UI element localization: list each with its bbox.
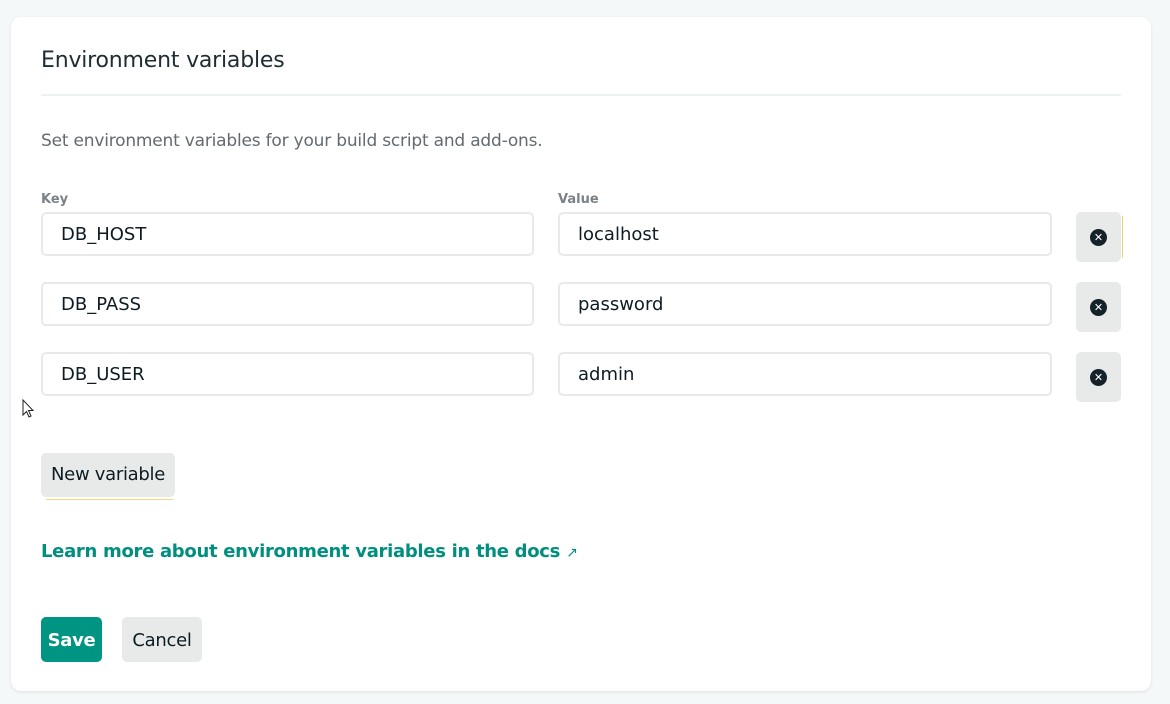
environment-variables-card: Environment variables Set environment va… — [11, 17, 1151, 691]
new-variable-focus-underline — [46, 499, 173, 500]
delete-variable-button-db-pass[interactable]: ✕ — [1076, 282, 1121, 332]
close-circle-icon: ✕ — [1090, 298, 1107, 316]
close-circle-icon: ✕ — [1090, 368, 1107, 386]
delete-variable-button-db-user[interactable]: ✕ — [1076, 352, 1121, 402]
title-divider — [41, 94, 1121, 96]
focus-indicator — [1122, 216, 1123, 258]
section-description: Set environment variables for your build… — [41, 131, 543, 151]
value-column-label: Value — [558, 192, 599, 207]
key-column-label: Key — [41, 192, 69, 207]
key-input-db-pass[interactable] — [41, 282, 534, 326]
section-title: Environment variables — [41, 48, 285, 73]
external-link-icon: ↗ — [566, 545, 578, 561]
cancel-button[interactable]: Cancel — [122, 617, 202, 662]
docs-link-label: Learn more about environment variables i… — [41, 541, 561, 562]
close-circle-icon: ✕ — [1090, 228, 1107, 246]
docs-link[interactable]: Learn more about environment variables i… — [41, 541, 578, 562]
value-input-db-user[interactable] — [558, 352, 1052, 396]
value-input-db-pass[interactable] — [558, 282, 1052, 326]
save-button[interactable]: Save — [41, 617, 102, 662]
mouse-cursor-icon — [22, 399, 35, 418]
key-input-db-user[interactable] — [41, 352, 534, 396]
key-input-db-host[interactable] — [41, 212, 534, 256]
new-variable-button[interactable]: New variable — [41, 453, 175, 497]
delete-variable-button-db-host[interactable]: ✕ — [1076, 212, 1121, 262]
value-input-db-host[interactable] — [558, 212, 1052, 256]
